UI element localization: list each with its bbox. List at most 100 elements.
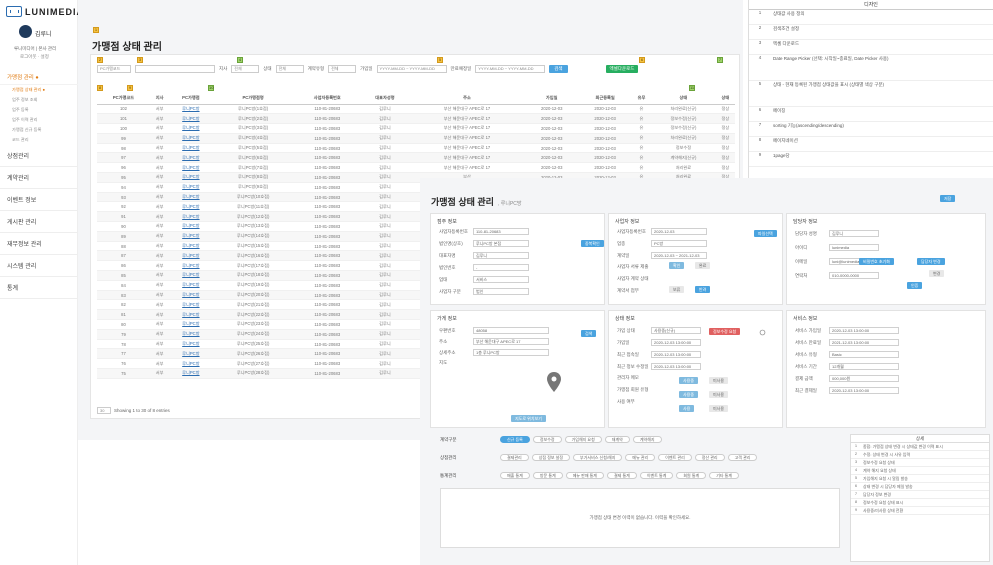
table-row[interactable]: 96 서부 루니PC방 루니PC방(7호점) 110-81-20683 김루니 부산 해운대… — [97, 162, 735, 174]
form-value[interactable]: 2020-12-03 13:00:00 — [829, 327, 899, 334]
sidebar-item[interactable]: 가맹점 신규 등록 — [0, 125, 78, 135]
option-pill[interactable]: 결제 통계 — [607, 472, 637, 479]
option-pill[interactable]: 회원 통계 — [676, 472, 707, 479]
table-row[interactable]: 101 서부 루니PC방 루니PC방(2호점) 110-81-20683 김루니 부산 해운… — [97, 113, 735, 125]
form-value[interactable]: lunimedia — [829, 244, 879, 251]
column-header[interactable]: 주소 — [408, 93, 525, 105]
column-header[interactable]: 지사 — [149, 93, 170, 105]
form-value[interactable]: PC방 — [651, 240, 707, 247]
user-actions[interactable]: 로그아웃 · 설정 — [20, 54, 49, 60]
option-pill[interactable]: 고객 관리 — [727, 454, 758, 461]
sidebar-section[interactable]: 상점관리 — [0, 145, 78, 167]
region-select[interactable]: 전체 — [231, 65, 260, 73]
option-pill[interactable]: 부가서비스 신청/해지 — [573, 454, 623, 461]
table-cell[interactable]: 루니PC방 — [169, 133, 213, 144]
table-cell[interactable]: 루니PC방 — [169, 358, 213, 370]
usage-inactive-button[interactable]: 미사용 — [709, 391, 729, 398]
option-pill[interactable]: 가입해지 요청 — [564, 436, 602, 443]
table-cell[interactable]: 루니PC방 — [169, 162, 213, 174]
table-cell[interactable]: 루니PC방 — [169, 280, 213, 291]
option-pill[interactable]: 상점 정보 설정 — [531, 454, 571, 461]
option-pill[interactable]: 신규 등록 — [500, 436, 530, 443]
form-value[interactable]: 서비스 — [473, 276, 529, 283]
column-header[interactable]: 상태 — [715, 93, 735, 105]
table-cell[interactable]: 루니PC방 — [169, 319, 213, 330]
table-row[interactable]: 97 서부 루니PC방 루니PC방(6호점) 110-81-20683 김루니 부산 해운대… — [97, 152, 735, 164]
sidebar-section[interactable]: 게시판 관리 — [0, 211, 78, 233]
form-value[interactable]: 2020-12-03 13:00:00 — [651, 339, 701, 346]
change-email-button[interactable]: 변경 — [929, 270, 945, 277]
view-map-button[interactable]: 지도로 위치보기 — [511, 415, 546, 422]
sidebar-section[interactable]: 이벤트 정보 — [0, 189, 78, 211]
table-row[interactable]: 102 서부 루니PC방 루니PC방(1호점) 110-81-20683 김루니 부산 해운… — [97, 104, 735, 115]
table-cell[interactable]: 루니PC방 — [169, 339, 213, 350]
table-row[interactable]: 99 서부 루니PC방 루니PC방(4호점) 110-81-20683 김루니 부산 해운대… — [97, 133, 735, 144]
form-value[interactable]: 법인 — [473, 288, 529, 295]
option-pill[interactable]: 정산 관리 — [694, 454, 725, 461]
form-value[interactable]: 2020-12-03 13:00:00 — [829, 387, 899, 394]
option-pill[interactable]: 메뉴 관리 — [625, 454, 656, 461]
option-pill[interactable]: 결제관리 — [500, 454, 529, 461]
form-value[interactable]: 000,000원 — [829, 375, 899, 382]
sidebar-section[interactable]: 재무정보 관리 — [0, 233, 78, 255]
table-cell[interactable]: 루니PC방 — [169, 368, 213, 379]
sidebar-item[interactable]: 가맹점 관리 ● — [0, 70, 78, 85]
form-value[interactable]: 2020-12-03 13:00:00 — [651, 363, 701, 370]
column-header[interactable]: 사업자등록번호 — [293, 93, 361, 105]
search-button[interactable]: 검색 — [549, 65, 568, 73]
column-header[interactable]: PC가맹코드 — [97, 93, 150, 105]
table-cell[interactable]: 루니PC방 — [169, 152, 213, 164]
table-cell[interactable]: 루니PC방 — [169, 192, 213, 203]
duplicate-check-button[interactable]: 중복확인 — [581, 240, 604, 247]
column-header[interactable]: 상태 — [651, 93, 716, 105]
join-date-range[interactable]: YYYY-MM-DD ~ YYYY-MM-DD — [376, 65, 447, 73]
search-type-select[interactable]: PC가맹코드 — [97, 65, 131, 73]
column-header[interactable]: PC가맹점 — [169, 93, 213, 105]
refresh-icon[interactable] — [759, 329, 766, 336]
form-value[interactable]: 2020-12-03 13:00:00 — [651, 351, 701, 358]
option-pill[interactable]: 기타 통계 — [709, 472, 740, 479]
form-value[interactable]: 48058 — [473, 327, 549, 334]
service-inactive-button[interactable]: 미사용 — [709, 405, 729, 412]
reset-password-button[interactable]: 비밀번호 초기화 — [859, 258, 894, 265]
confirm-button[interactable]: 확인 — [669, 262, 685, 269]
sidebar-item[interactable]: 업주 등록 — [0, 105, 78, 115]
form-value[interactable]: 1층 루니PC방 — [473, 349, 549, 356]
option-pill[interactable]: 매출 통계 — [500, 472, 530, 479]
complete-button[interactable]: 완료 — [695, 262, 711, 269]
service-active-button[interactable]: 사용 — [679, 405, 695, 412]
column-header[interactable]: 대표자성명 — [360, 93, 409, 105]
form-value[interactable]: 사용중(신규) — [651, 327, 701, 334]
option-pill[interactable]: 이벤트 관리 — [658, 454, 692, 461]
table-row[interactable]: 98 서부 루니PC방 루니PC방(5호점) 110-81-20683 김루니 부산 해운대… — [97, 143, 735, 154]
form-value[interactable]: 김루니 — [829, 230, 879, 237]
save-button[interactable]: 저장 — [940, 195, 956, 202]
table-cell[interactable]: 루니PC방 — [169, 201, 213, 213]
address-search-button[interactable]: 검색 — [581, 330, 597, 337]
form-value[interactable]: 010-0000-0000 — [829, 272, 879, 279]
sidebar-item[interactable]: 가맹점 상태 관리 ● — [0, 85, 78, 95]
option-pill[interactable]: 방문 통계 — [532, 472, 563, 479]
table-cell[interactable]: 루니PC방 — [169, 211, 213, 223]
reject-button[interactable]: 반려 — [695, 286, 711, 293]
table-cell[interactable]: 루니PC방 — [169, 348, 213, 360]
column-header[interactable]: 가입일 — [525, 93, 579, 105]
table-cell[interactable]: 루니PC방 — [169, 221, 213, 232]
form-value[interactable]: 12개월 — [829, 363, 899, 370]
table-cell[interactable]: 루니PC방 — [169, 260, 213, 272]
file-select-button[interactable]: 파일선택 — [754, 230, 777, 237]
form-value[interactable]: 2020-12-03 — [651, 228, 707, 235]
table-row[interactable]: 100 서부 루니PC방 루니PC방(3호점) 110-81-20683 김루니 부산 해운… — [97, 123, 735, 134]
column-header[interactable]: PC가맹점명 — [212, 93, 294, 105]
sidebar-section[interactable]: 통계 — [0, 277, 78, 299]
brand-logo[interactable]: LUNIMEDIA — [6, 6, 84, 17]
request-edit-button[interactable]: 정보수정 요청 — [709, 328, 741, 335]
form-value[interactable]: Basic — [829, 351, 899, 358]
usage-active-button[interactable]: 사용중 — [679, 391, 699, 398]
form-value[interactable]: 김루니 — [473, 252, 529, 259]
sidebar-section[interactable]: 계약관리 — [0, 167, 78, 189]
form-value[interactable]: 루니PC방 본점 — [473, 240, 529, 247]
page-size-select[interactable]: 30 — [97, 407, 111, 414]
status-select[interactable]: 전체 — [275, 65, 304, 73]
option-pill[interactable]: 메뉴 판매 통계 — [565, 472, 604, 479]
